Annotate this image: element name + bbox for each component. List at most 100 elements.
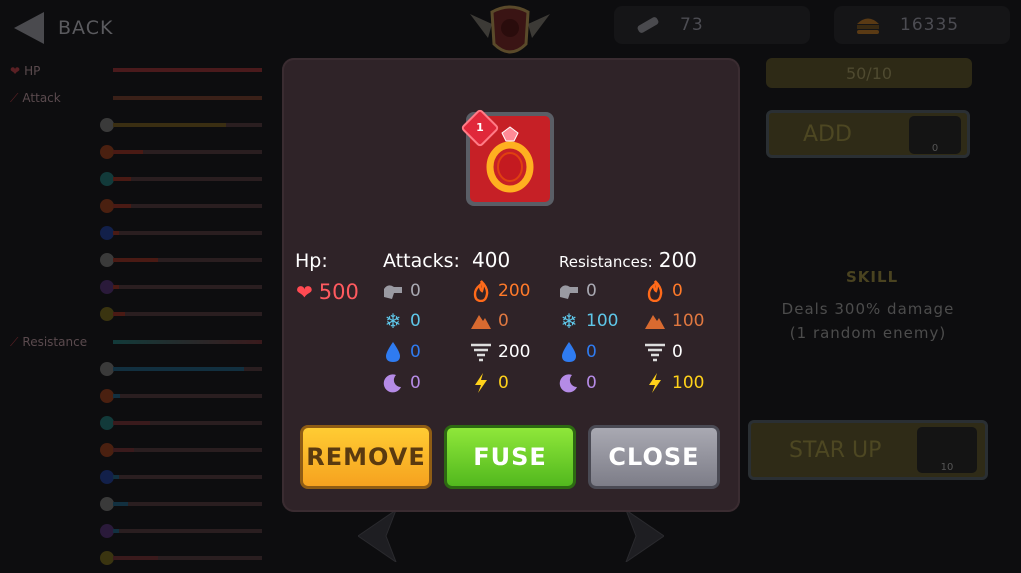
ice-res-mini-icon bbox=[100, 416, 114, 430]
skill-title: SKILL bbox=[846, 268, 899, 286]
lightning-res-bar bbox=[113, 556, 262, 560]
resist-wind: 0 bbox=[644, 341, 683, 363]
water-attack-bar bbox=[113, 231, 262, 235]
prev-arrow-icon[interactable] bbox=[358, 510, 398, 562]
fire-attack-bar bbox=[113, 150, 262, 154]
hp-value-row: ❤ 500 bbox=[296, 280, 359, 304]
wind-mini-icon bbox=[100, 253, 114, 267]
attack-water-value: 0 bbox=[410, 342, 421, 362]
attacks-header-label: Attacks: bbox=[383, 250, 460, 272]
attack-dark: 0 bbox=[382, 372, 421, 394]
next-arrow-icon[interactable] bbox=[624, 510, 664, 562]
resist-water-value: 0 bbox=[586, 342, 597, 362]
ice-res-bar bbox=[113, 421, 262, 425]
moon-icon bbox=[558, 372, 580, 394]
hp-stat-label: HP bbox=[24, 64, 41, 78]
resistance-stat-row: ⟋ Resistance bbox=[10, 334, 88, 350]
attack-physical: 0 bbox=[382, 280, 421, 302]
heart-icon: ❤ bbox=[296, 280, 313, 304]
resist-ice: ❄ 100 bbox=[558, 309, 619, 333]
attack-fire-value: 200 bbox=[498, 281, 531, 301]
snowflake-icon: ❄ bbox=[384, 309, 402, 333]
back-button[interactable]: BACK bbox=[14, 12, 113, 44]
wind-res-mini-icon bbox=[100, 497, 114, 511]
attack-physical-value: 0 bbox=[410, 281, 421, 301]
dark-mini-icon bbox=[100, 280, 114, 294]
scrolls-counter: 73 bbox=[614, 6, 810, 44]
hp-stat-row: ❤ HP bbox=[10, 64, 40, 78]
water-res-mini-icon bbox=[100, 470, 114, 484]
attacks-header: Attacks: 400 bbox=[383, 248, 510, 272]
hp-stat-bar bbox=[113, 68, 262, 72]
skill-desc-line1: Deals 300% damage bbox=[781, 300, 955, 318]
item-card: 1 bbox=[460, 108, 554, 206]
water-mini-icon bbox=[100, 226, 114, 240]
earth-mini-icon bbox=[100, 199, 114, 213]
fuse-button[interactable]: FUSE bbox=[444, 425, 576, 489]
dark-attack-bar bbox=[113, 285, 262, 289]
scroll-icon bbox=[632, 12, 664, 38]
coins-count: 16335 bbox=[900, 15, 960, 35]
resist-lightning: 100 bbox=[644, 372, 704, 394]
resist-physical-value: 0 bbox=[586, 281, 597, 301]
fire-icon bbox=[644, 280, 666, 302]
ice-attack-bar bbox=[113, 177, 262, 181]
attack-earth: 0 bbox=[470, 310, 509, 332]
star-up-slot-count: 10 bbox=[940, 462, 954, 473]
fire-mini-icon bbox=[100, 145, 114, 159]
attack-ice: ❄ 0 bbox=[382, 309, 421, 333]
wind-attack-bar bbox=[113, 258, 262, 262]
item-image: 1 bbox=[460, 108, 550, 202]
attack-fire: 200 bbox=[470, 280, 530, 302]
physical-res-mini-icon bbox=[100, 362, 114, 376]
fist-icon bbox=[382, 280, 404, 302]
fist-icon bbox=[558, 280, 580, 302]
star-up-slot: 10 bbox=[917, 427, 977, 473]
attack-dark-value: 0 bbox=[410, 373, 421, 393]
earth-res-mini-icon bbox=[100, 443, 114, 457]
burger-icon bbox=[852, 12, 884, 38]
tornado-icon bbox=[470, 341, 492, 363]
resistance-stat-bar bbox=[113, 340, 262, 344]
dark-res-mini-icon bbox=[100, 524, 114, 538]
attack-earth-value: 0 bbox=[498, 311, 509, 331]
lightning-mini-icon bbox=[100, 307, 114, 321]
attack-wind: 200 bbox=[470, 341, 530, 363]
water-drop-icon bbox=[558, 341, 580, 363]
attack-stat-bar bbox=[113, 96, 262, 100]
mountain-icon bbox=[470, 310, 492, 332]
attack-lightning-value: 0 bbox=[498, 373, 509, 393]
resist-ice-value: 100 bbox=[586, 311, 619, 331]
ice-mini-icon bbox=[100, 172, 114, 186]
tornado-icon bbox=[644, 341, 666, 363]
skill-description: Deals 300% damage (1 random enemy) bbox=[770, 297, 966, 345]
close-button[interactable]: CLOSE bbox=[588, 425, 720, 489]
lightning-icon bbox=[644, 372, 666, 394]
resist-physical: 0 bbox=[558, 280, 597, 302]
wind-res-bar bbox=[113, 502, 262, 506]
resistance-stat-label: Resistance bbox=[22, 335, 88, 349]
snowflake-icon: ❄ bbox=[560, 309, 578, 333]
shield-icon: ⟋ bbox=[10, 334, 19, 349]
scrolls-count: 73 bbox=[680, 15, 704, 35]
moon-icon bbox=[382, 372, 404, 394]
add-button[interactable]: ADD 0 bbox=[766, 110, 970, 158]
mountain-icon bbox=[644, 310, 666, 332]
star-up-button[interactable]: STAR UP 10 bbox=[748, 420, 988, 480]
remove-button[interactable]: REMOVE bbox=[300, 425, 432, 489]
hp-value: 500 bbox=[318, 280, 359, 304]
hp-header: Hp: bbox=[295, 250, 328, 272]
fire-res-bar bbox=[113, 394, 262, 398]
resist-fire: 0 bbox=[644, 280, 683, 302]
dark-res-bar bbox=[113, 529, 262, 533]
item-level: 1 bbox=[476, 121, 484, 134]
resist-dark-value: 0 bbox=[586, 373, 597, 393]
attack-stat-label: Attack bbox=[22, 91, 61, 105]
physical-mini-icon bbox=[100, 118, 114, 132]
resistances-header-label: Resistances: bbox=[559, 253, 653, 271]
earth-res-bar bbox=[113, 448, 262, 452]
heart-icon: ❤ bbox=[10, 64, 21, 78]
lightning-attack-bar bbox=[113, 312, 262, 316]
resist-water: 0 bbox=[558, 341, 597, 363]
attacks-total: 400 bbox=[472, 248, 511, 272]
